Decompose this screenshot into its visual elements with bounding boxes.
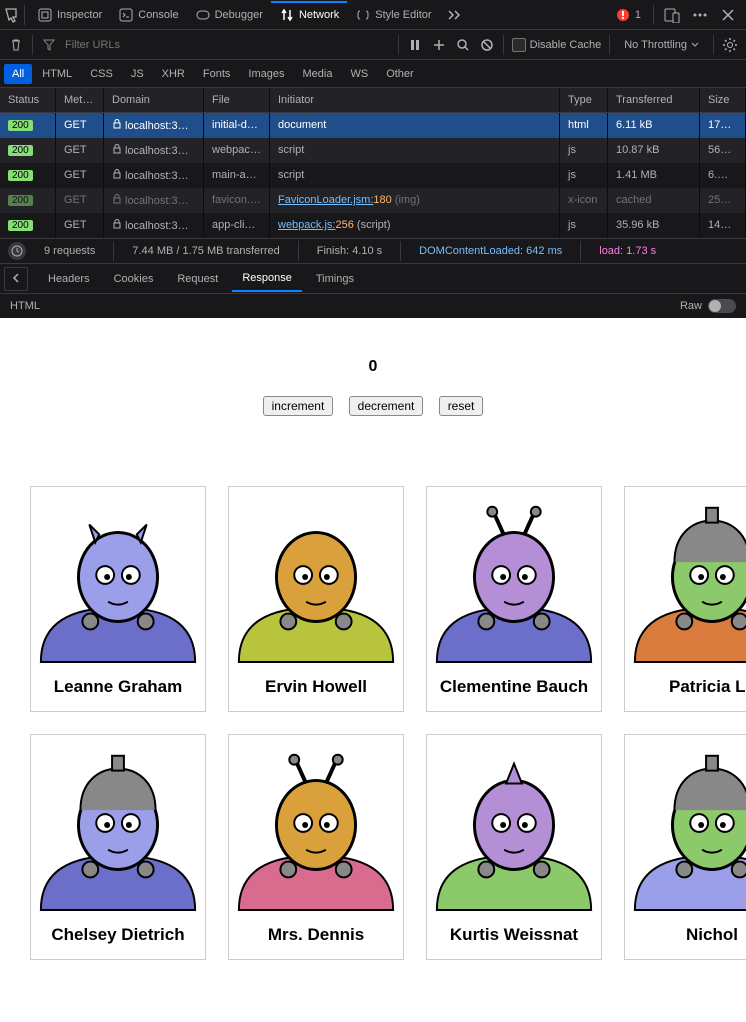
request-table: Status Meth… Domain File Initiator Type … — [0, 88, 746, 238]
search-icon[interactable] — [455, 37, 471, 53]
col-header-type[interactable]: Type — [560, 88, 608, 112]
detail-tab-request[interactable]: Request — [167, 267, 228, 291]
back-arrow-icon[interactable] — [4, 267, 28, 291]
block-icon[interactable] — [479, 37, 495, 53]
increment-button[interactable]: increment — [263, 396, 334, 416]
filter-tab-js[interactable]: JS — [123, 64, 152, 84]
table-row[interactable]: 200GETlocalhost:3…initial-datadocumentht… — [0, 113, 746, 138]
user-card[interactable]: Mrs. Dennis — [228, 734, 404, 960]
filter-tab-media[interactable]: Media — [294, 64, 340, 84]
filter-tab-ws[interactable]: WS — [342, 64, 376, 84]
close-icon[interactable] — [720, 7, 736, 23]
counter-value: 0 — [30, 358, 716, 376]
devtools-main-toolbar: Inspector Console Debugger Network Style… — [0, 0, 746, 30]
user-name: Kurtis Weissnat — [427, 911, 601, 959]
table-row[interactable]: 200GETlocalhost:3…webpack.jsscriptjs10.8… — [0, 138, 746, 163]
detail-tab-headers[interactable]: Headers — [38, 267, 100, 291]
filter-type-tabs: All HTML CSS JS XHR Fonts Images Media W… — [0, 60, 746, 88]
user-name: Chelsey Dietrich — [31, 911, 205, 959]
response-header-bar: HTML Raw — [0, 294, 746, 318]
col-header-domain[interactable]: Domain — [104, 88, 204, 112]
tab-style-editor[interactable]: Style Editor — [347, 3, 439, 27]
detail-tab-timings[interactable]: Timings — [306, 267, 364, 291]
user-card[interactable]: Nichol — [624, 734, 746, 960]
throttling-dropdown[interactable]: No Throttling — [618, 37, 705, 53]
summary-finish: Finish: 4.10 s — [317, 245, 382, 257]
summary-requests: 9 requests — [44, 245, 95, 257]
pick-element-icon[interactable] — [4, 7, 20, 23]
avatar — [229, 735, 403, 911]
user-name: Ervin Howell — [229, 663, 403, 711]
col-header-status[interactable]: Status — [0, 88, 56, 112]
col-header-method[interactable]: Meth… — [56, 88, 104, 112]
col-header-file[interactable]: File — [204, 88, 270, 112]
tab-debugger[interactable]: Debugger — [187, 3, 271, 27]
network-sub-toolbar: Disable Cache No Throttling — [0, 30, 746, 60]
decrement-button[interactable]: decrement — [349, 396, 424, 416]
user-card[interactable]: Kurtis Weissnat — [426, 734, 602, 960]
filter-tab-all[interactable]: All — [4, 64, 32, 84]
user-card[interactable]: Patricia Le — [624, 486, 746, 712]
raw-toggle[interactable] — [708, 299, 736, 313]
meatball-menu-icon[interactable] — [692, 7, 708, 23]
tab-inspector[interactable]: Inspector — [29, 3, 110, 27]
response-preview: 0 increment decrement reset Leanne Graha… — [0, 318, 746, 1022]
avatar — [31, 735, 205, 911]
user-card[interactable]: Clementine Bauch — [426, 486, 602, 712]
user-card[interactable]: Leanne Graham — [30, 486, 206, 712]
table-row[interactable]: 200GETlocalhost:3…main-app.jsscriptjs1.4… — [0, 163, 746, 188]
col-header-size[interactable]: Size — [700, 88, 746, 112]
user-name: Nichol — [625, 911, 746, 959]
table-header-row: Status Meth… Domain File Initiator Type … — [0, 88, 746, 113]
filter-tab-fonts[interactable]: Fonts — [195, 64, 239, 84]
col-header-initiator[interactable]: Initiator — [270, 88, 560, 112]
avatar — [31, 487, 205, 663]
avatar — [229, 487, 403, 663]
avatar — [625, 487, 746, 663]
user-name: Leanne Graham — [31, 663, 205, 711]
table-row[interactable]: 200GETlocalhost:3…app-client-iwebpack.js… — [0, 213, 746, 238]
summary-dcl: DOMContentLoaded: 642 ms — [419, 245, 562, 257]
detail-tab-response[interactable]: Response — [232, 266, 302, 292]
button-row: increment decrement reset — [30, 396, 716, 416]
avatar — [625, 735, 746, 911]
col-header-transferred[interactable]: Transferred — [608, 88, 700, 112]
summary-load: load: 1.73 s — [599, 245, 656, 257]
table-row[interactable]: 200GETlocalhost:3…favicon.icoFaviconLoad… — [0, 188, 746, 213]
perf-icon[interactable] — [8, 242, 26, 260]
filter-tab-images[interactable]: Images — [240, 64, 292, 84]
filter-icon[interactable] — [41, 37, 57, 53]
add-icon[interactable] — [431, 37, 447, 53]
user-card[interactable]: Ervin Howell — [228, 486, 404, 712]
response-type-label: HTML — [10, 300, 40, 312]
filter-tab-xhr[interactable]: XHR — [154, 64, 193, 84]
pause-icon[interactable] — [407, 37, 423, 53]
trash-icon[interactable] — [8, 37, 24, 53]
user-card[interactable]: Chelsey Dietrich — [30, 734, 206, 960]
gear-icon[interactable] — [722, 37, 738, 53]
avatar — [427, 735, 601, 911]
detail-tab-cookies[interactable]: Cookies — [104, 267, 164, 291]
user-name: Patricia Le — [625, 663, 746, 711]
reset-button[interactable]: reset — [439, 396, 484, 416]
filter-tab-css[interactable]: CSS — [82, 64, 121, 84]
filter-tab-other[interactable]: Other — [378, 64, 422, 84]
tabs-overflow-icon[interactable] — [440, 6, 472, 24]
filter-url-input[interactable] — [65, 39, 390, 51]
user-name: Clementine Bauch — [427, 663, 601, 711]
detail-tabs: Headers Cookies Request Response Timings — [0, 264, 746, 294]
avatar — [427, 487, 601, 663]
user-name: Mrs. Dennis — [229, 911, 403, 959]
summary-transferred: 7.44 MB / 1.75 MB transferred — [132, 245, 279, 257]
tab-network[interactable]: Network — [271, 1, 347, 27]
rdm-icon[interactable] — [664, 7, 680, 23]
network-summary-bar: 9 requests 7.44 MB / 1.75 MB transferred… — [0, 238, 746, 264]
filter-tab-html[interactable]: HTML — [34, 64, 80, 84]
error-badge[interactable]: 1 — [607, 3, 649, 27]
raw-label: Raw — [680, 300, 702, 312]
disable-cache-checkbox[interactable]: Disable Cache — [512, 38, 602, 52]
tab-console[interactable]: Console — [110, 3, 186, 27]
